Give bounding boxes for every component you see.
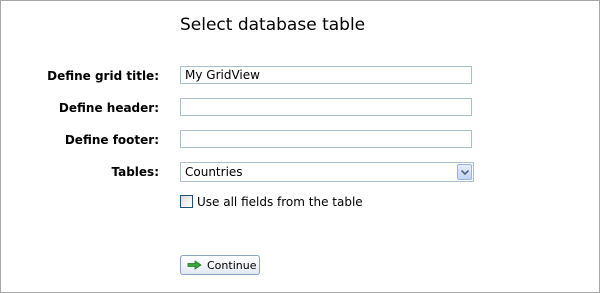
dropdown-button[interactable] [457, 164, 472, 180]
continue-button[interactable]: Continue [180, 255, 260, 275]
use-all-fields-label[interactable]: Use all fields from the table [197, 195, 363, 209]
dialog-panel: Select database table Define grid title:… [0, 0, 600, 293]
grid-title-label: Define grid title: [47, 69, 159, 83]
use-all-fields-checkbox[interactable] [180, 195, 193, 208]
page-title: Select database table [180, 15, 366, 35]
tables-select[interactable]: Countries [180, 162, 474, 182]
header-input[interactable] [180, 98, 472, 116]
green-right-arrow-icon [187, 260, 202, 270]
tables-selected-value: Countries [185, 165, 243, 179]
tables-label: Tables: [111, 165, 159, 179]
continue-button-label: Continue [207, 259, 257, 272]
grid-title-input[interactable]: My GridView [180, 66, 472, 84]
footer-input[interactable] [180, 130, 472, 148]
header-label: Define header: [58, 101, 159, 115]
chevron-down-icon [461, 170, 469, 175]
footer-label: Define footer: [64, 133, 159, 147]
